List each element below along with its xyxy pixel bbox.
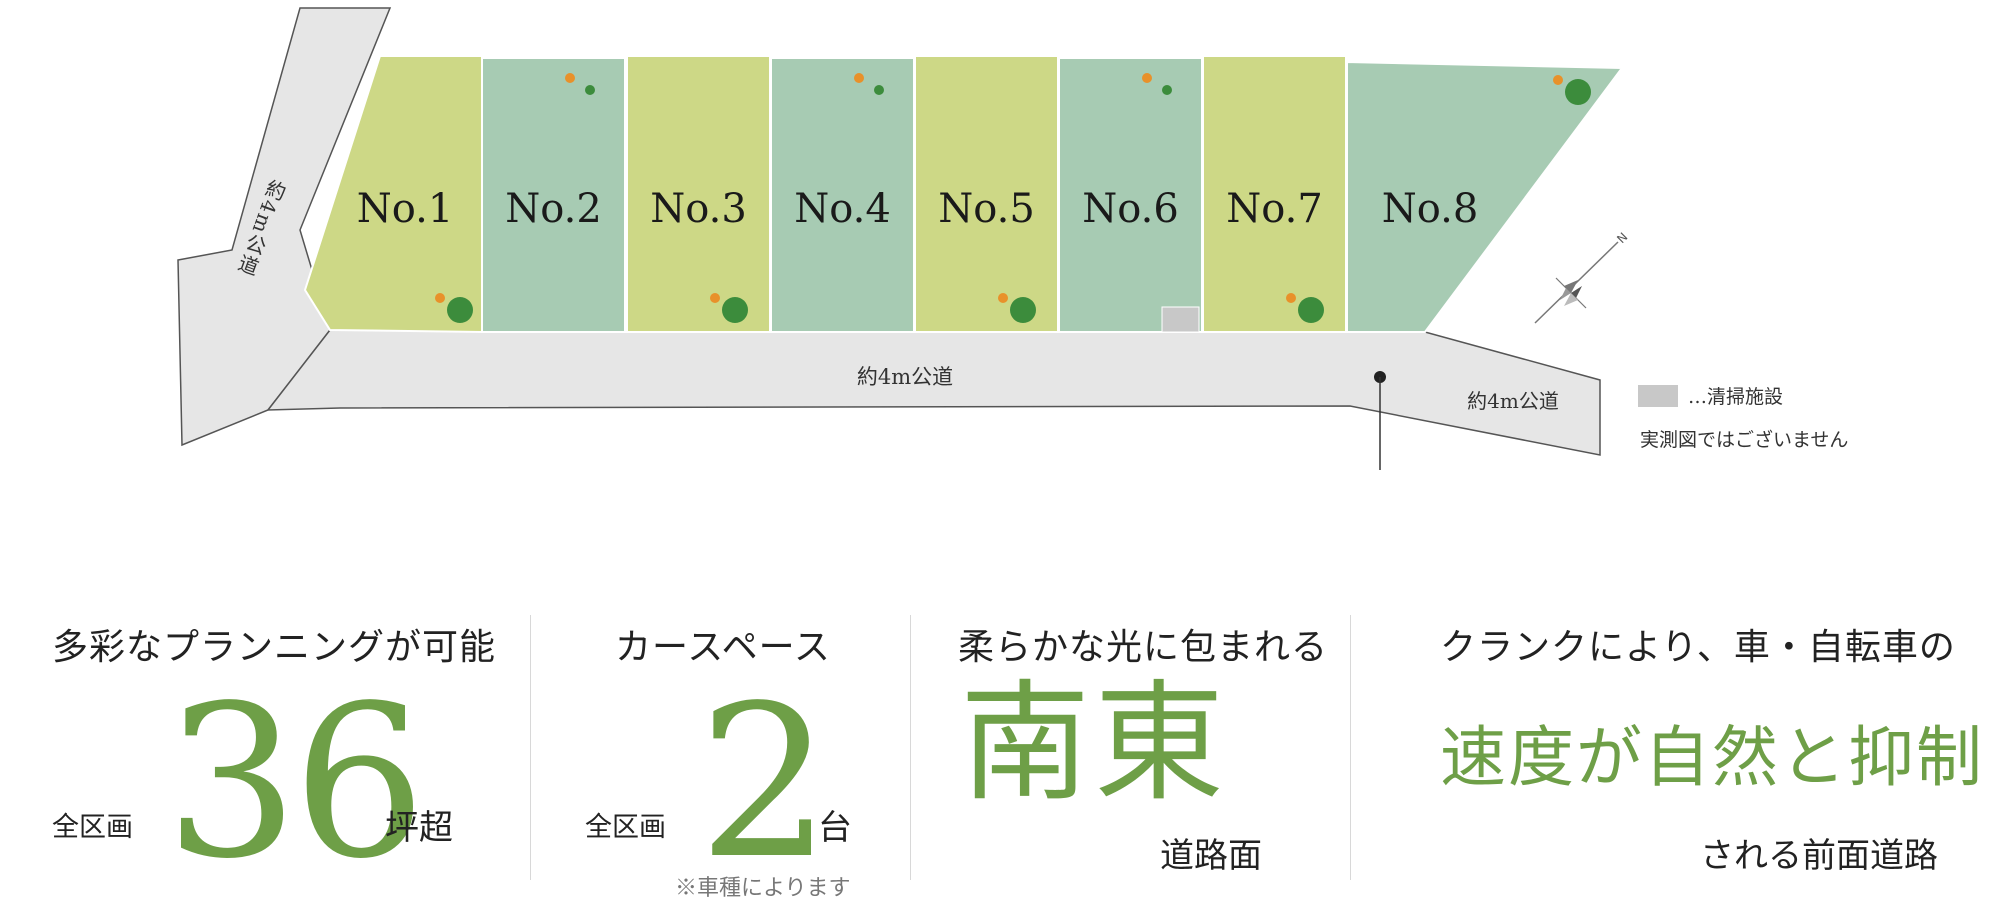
planning-suffix: 坪超 (385, 808, 453, 848)
lot-label-5: No.5 (938, 186, 1035, 232)
site-plan-map: No.1 No.2 No.3 No.4 No.5 No.6 No.7 No.8 約4m公道 約… (177, 7, 1848, 470)
carspace-prefix: 全区画 (585, 812, 666, 843)
tree-icon (447, 297, 473, 323)
compass-icon: N (1534, 230, 1630, 324)
flower-icon (1142, 73, 1152, 83)
tree-icon (874, 85, 884, 95)
legend-label: …清掃施設 (1688, 386, 1783, 408)
crank-value: 速度が自然と抑制 (1440, 719, 1984, 796)
flower-icon (998, 293, 1008, 303)
planning-prefix: 全区画 (52, 812, 133, 843)
right-road-label: 約4m公道 (1467, 389, 1559, 413)
flower-icon (710, 293, 720, 303)
lot-label-8: No.8 (1382, 186, 1479, 232)
crank-heading: クランクにより、車・自転車の (1440, 627, 1956, 668)
flower-icon (435, 293, 445, 303)
lots-group: No.1 No.2 No.3 No.4 No.5 No.6 No.7 No.8 (303, 55, 1624, 334)
lot-label-2: No.2 (505, 186, 602, 232)
tree-icon (1298, 297, 1324, 323)
light-heading: 柔らかな光に包まれる (958, 627, 1329, 668)
flower-icon (854, 73, 864, 83)
tree-icon (585, 85, 595, 95)
tree-icon (1162, 85, 1172, 95)
cleaning-facility (1161, 306, 1200, 333)
flower-icon (1553, 75, 1563, 85)
stat-carspace: カースペース 全区画 2 台 ※車種によります (530, 600, 910, 905)
stat-light: 柔らかな光に包まれる 南東 道路面 (910, 600, 1350, 890)
tree-icon (722, 297, 748, 323)
main-road-label: 約4m公道 (857, 365, 953, 389)
carspace-suffix: 台 (818, 808, 852, 848)
legend-swatch (1638, 385, 1678, 407)
planning-value: 36 (165, 660, 426, 905)
crank-suffix: される前面道路 (1700, 836, 1938, 876)
main-road (266, 329, 1601, 456)
lot-label-4: No.4 (794, 186, 891, 232)
light-suffix: 道路面 (1160, 836, 1262, 876)
tree-icon (1565, 79, 1591, 105)
flower-icon (565, 73, 575, 83)
flower-icon (1286, 293, 1296, 303)
tree-icon (1010, 297, 1036, 323)
lot-label-1: No.1 (357, 186, 454, 232)
light-value: 南東 (960, 667, 1229, 819)
lot-label-6: No.6 (1082, 186, 1179, 232)
lot-label-7: No.7 (1226, 186, 1323, 232)
lot-label-3: No.3 (650, 186, 747, 232)
carspace-value: 2 (698, 660, 832, 905)
carspace-note: ※車種によります (675, 876, 851, 901)
disclaimer-text: 実測図ではございません (1640, 428, 1848, 451)
stat-crank: クランクにより、車・自転車の 速度が自然と抑制 される前面道路 (1350, 600, 1990, 890)
stat-planning: 多彩なプランニングが可能 全区画 36 坪超 (0, 600, 530, 890)
